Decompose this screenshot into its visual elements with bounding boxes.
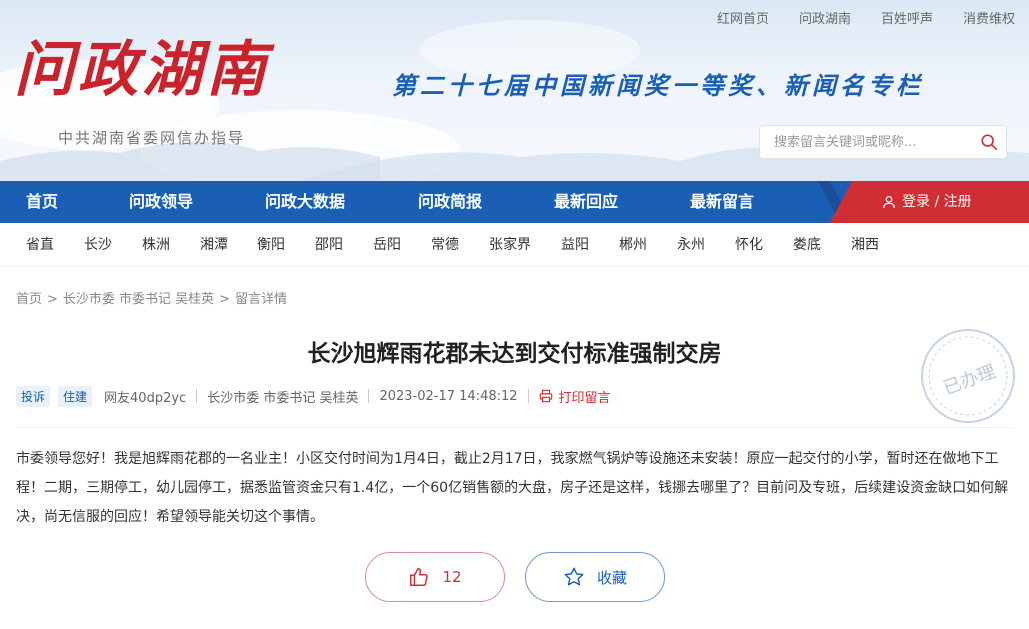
breadcrumb-current: 留言详情 bbox=[235, 292, 288, 307]
breadcrumb-leader[interactable]: 长沙市委 市委书记 吴桂英 bbox=[63, 292, 214, 307]
region-item[interactable]: 怀化 bbox=[735, 223, 763, 267]
post-title: 长沙旭辉雨花郡未达到交付标准强制交房 bbox=[307, 341, 722, 367]
nav-item-briefing[interactable]: 问政简报 bbox=[418, 181, 482, 223]
region-item[interactable]: 永州 bbox=[677, 223, 705, 267]
top-link[interactable]: 消费维权 bbox=[963, 8, 1015, 27]
nav-item-bigdata[interactable]: 问政大数据 bbox=[265, 181, 345, 223]
print-label: 打印留言 bbox=[558, 390, 611, 406]
nav-item-latest-posts[interactable]: 最新留言 bbox=[690, 181, 754, 223]
region-item[interactable]: 张家界 bbox=[489, 223, 531, 267]
post-meta: 投诉 住建 网友40dp2yc 长沙市委 市委书记 吴桂英 2023-02-17… bbox=[16, 385, 611, 407]
top-link[interactable]: 红网首页 bbox=[717, 8, 769, 27]
region-item[interactable]: 郴州 bbox=[619, 223, 647, 267]
region-item[interactable]: 益阳 bbox=[561, 223, 589, 267]
content-divider bbox=[16, 427, 1013, 428]
nav-item-latest-replies[interactable]: 最新回应 bbox=[554, 181, 618, 223]
site-logo[interactable]: 问政湖南 bbox=[14, 40, 270, 100]
like-count: 12 bbox=[442, 568, 462, 586]
printer-icon bbox=[539, 389, 552, 403]
region-item[interactable]: 株洲 bbox=[142, 223, 170, 267]
region-item[interactable]: 湘潭 bbox=[200, 223, 228, 267]
meta-divider bbox=[368, 389, 370, 403]
nav-item-home[interactable]: 首页 bbox=[26, 181, 58, 223]
top-link[interactable]: 百姓呼声 bbox=[881, 8, 933, 27]
meta-divider bbox=[196, 389, 198, 403]
login-label: 登录 / 注册 bbox=[902, 194, 972, 210]
favorite-label: 收藏 bbox=[596, 568, 627, 587]
page: 红网首页 问政湖南 百姓呼声 消费维权 问政湖南 中共湖南省委网信办指导 第二十… bbox=[0, 0, 1029, 629]
region-item[interactable]: 岳阳 bbox=[373, 223, 401, 267]
nav-item-leaders[interactable]: 问政领导 bbox=[129, 181, 193, 223]
breadcrumb-home[interactable]: 首页 bbox=[16, 292, 42, 307]
breadcrumb-separator: > bbox=[219, 292, 231, 307]
status-stamp: 已办理 bbox=[921, 329, 1015, 423]
post-author[interactable]: 网友40dp2yc bbox=[104, 387, 186, 406]
banner-slogan: 第二十七届中国新闻奖一等奖、新闻名专栏 bbox=[392, 71, 924, 100]
header-banner: 红网首页 问政湖南 百姓呼声 消费维权 问政湖南 中共湖南省委网信办指导 第二十… bbox=[0, 0, 1029, 181]
post-tag[interactable]: 投诉 bbox=[16, 385, 51, 407]
search-input[interactable] bbox=[760, 126, 970, 158]
post-tag[interactable]: 住建 bbox=[58, 385, 93, 407]
region-item[interactable]: 邵阳 bbox=[315, 223, 343, 267]
favorite-button[interactable]: 收藏 bbox=[525, 552, 665, 602]
breadcrumb: 首页 > 长沙市委 市委书记 吴桂英 > 留言详情 bbox=[16, 288, 287, 307]
meta-divider bbox=[527, 389, 529, 403]
region-item[interactable]: 省直 bbox=[26, 223, 54, 267]
search-icon[interactable] bbox=[980, 133, 998, 151]
print-button[interactable]: 打印留言 bbox=[539, 387, 611, 406]
post-body: 市委领导您好！我是旭辉雨花郡的一名业主！小区交付时间为1月4日，截止2月17日，… bbox=[16, 451, 1009, 525]
top-links: 红网首页 问政湖南 百姓呼声 消费维权 bbox=[717, 8, 1015, 27]
status-stamp-label: 已办理 bbox=[941, 361, 999, 399]
top-link[interactable]: 问政湖南 bbox=[799, 8, 851, 27]
post-target[interactable]: 长沙市委 市委书记 吴桂英 bbox=[207, 387, 358, 406]
region-item[interactable]: 娄底 bbox=[793, 223, 821, 267]
region-item[interactable]: 湘西 bbox=[851, 223, 879, 267]
user-icon bbox=[883, 195, 895, 209]
region-bar: 省直 长沙 株洲 湘潭 衡阳 邵阳 岳阳 常德 张家界 益阳 郴州 永州 怀化 … bbox=[0, 223, 1029, 267]
region-item[interactable]: 衡阳 bbox=[257, 223, 285, 267]
search-box bbox=[759, 125, 1007, 159]
star-icon bbox=[564, 567, 584, 586]
region-item[interactable]: 常德 bbox=[431, 223, 459, 267]
breadcrumb-separator: > bbox=[47, 292, 58, 307]
site-logo-subtitle: 中共湖南省委网信办指导 bbox=[58, 129, 246, 147]
like-button[interactable]: 12 bbox=[365, 552, 505, 602]
region-item[interactable]: 长沙 bbox=[84, 223, 112, 267]
login-button[interactable]: 登录 / 注册 bbox=[830, 181, 1029, 223]
thumbs-up-icon bbox=[410, 568, 429, 586]
post-time: 2023-02-17 14:48:12 bbox=[379, 388, 518, 404]
